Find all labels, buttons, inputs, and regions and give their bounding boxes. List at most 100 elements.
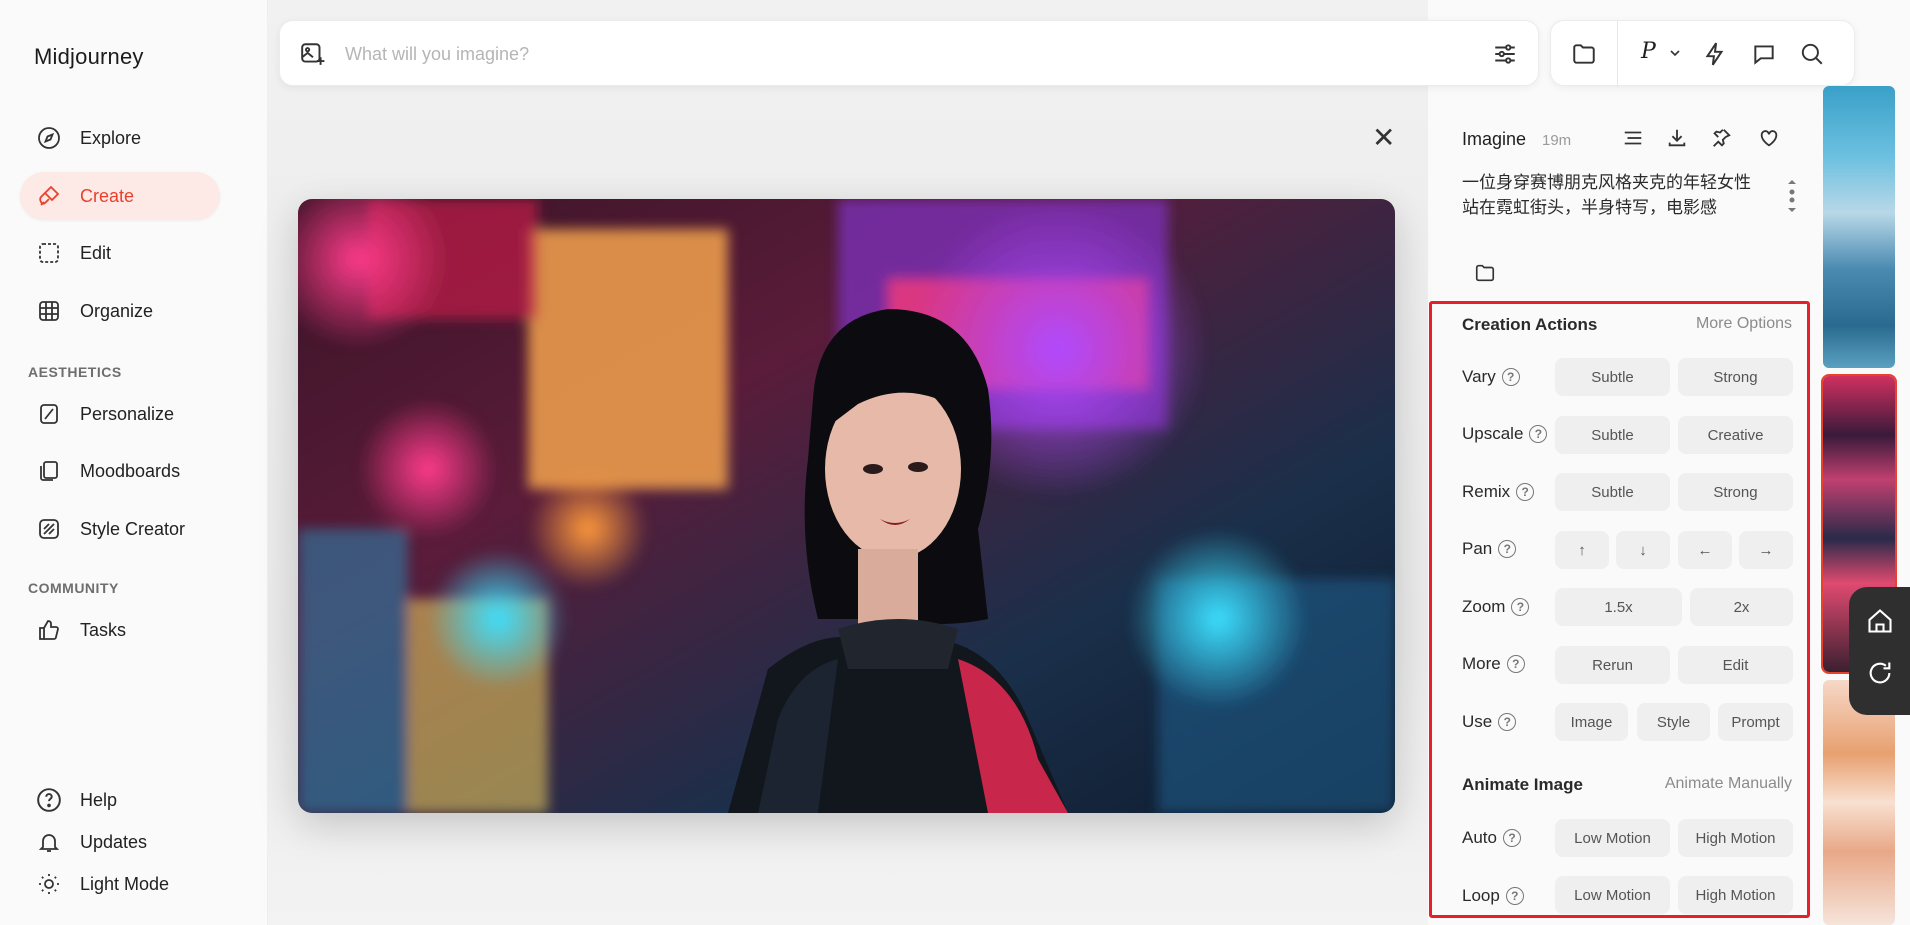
- sidebar-item-personalize[interactable]: Personalize: [20, 390, 220, 438]
- more-row-label: More?: [1462, 654, 1525, 674]
- sidebar-item-moodboards[interactable]: Moodboards: [20, 447, 220, 495]
- pan-left-button[interactable]: ←: [1678, 531, 1732, 569]
- lightning-icon[interactable]: [1702, 41, 1728, 72]
- help-icon: [36, 787, 62, 813]
- pan-right-button[interactable]: →: [1739, 531, 1793, 569]
- refresh-icon[interactable]: [1866, 659, 1894, 692]
- more-options-link[interactable]: More Options: [1696, 315, 1792, 333]
- bell-icon: [36, 829, 62, 855]
- chevron-down-icon[interactable]: [1667, 45, 1683, 66]
- sun-icon: [36, 871, 62, 897]
- sidebar-item-style-creator[interactable]: Style Creator: [20, 505, 220, 553]
- edit-frame-icon: [36, 240, 62, 266]
- profile-button[interactable]: P: [1641, 39, 1656, 64]
- vary-subtle-button[interactable]: Subtle: [1555, 358, 1670, 396]
- home-icon[interactable]: [1866, 607, 1894, 640]
- search-icon[interactable]: [1799, 41, 1825, 72]
- prompt-text[interactable]: 一位身穿赛博朋克风格夹克的年轻女性站在霓虹街头，半身特写，电影感: [1462, 170, 1762, 220]
- remix-strong-button[interactable]: Strong: [1678, 473, 1793, 511]
- loop-low-motion-button[interactable]: Low Motion: [1555, 876, 1670, 914]
- zoom-2x-button[interactable]: 2x: [1690, 588, 1793, 626]
- row-label-text: Use: [1462, 712, 1493, 731]
- sidebar-item-label: Light Mode: [80, 873, 170, 894]
- scroll-indicator[interactable]: [1786, 178, 1796, 219]
- row-label-text: Auto: [1462, 828, 1497, 847]
- floating-nav: [1849, 587, 1910, 715]
- aesthetics-heading: AESTHETICS: [28, 364, 122, 380]
- sidebar-item-tasks[interactable]: Tasks: [20, 606, 220, 654]
- help-circle-icon[interactable]: ?: [1516, 483, 1535, 501]
- prompt-input[interactable]: [345, 39, 1445, 69]
- sidebar-item-label: Help: [80, 789, 118, 810]
- help-circle-icon[interactable]: ?: [1511, 598, 1530, 616]
- use-image-button[interactable]: Image: [1555, 703, 1628, 741]
- heart-icon[interactable]: [1758, 127, 1780, 154]
- help-circle-icon[interactable]: ?: [1501, 368, 1520, 386]
- auto-low-motion-button[interactable]: Low Motion: [1555, 819, 1670, 857]
- animate-manually-link[interactable]: Animate Manually: [1665, 775, 1792, 793]
- history-thumbnail[interactable]: [1823, 86, 1895, 368]
- remix-row-label: Remix?: [1462, 482, 1535, 502]
- vary-row-label: Vary?: [1462, 367, 1520, 387]
- help-circle-icon[interactable]: ?: [1502, 829, 1521, 847]
- sidebar-item-label: Create: [80, 185, 135, 206]
- remix-subtle-button[interactable]: Subtle: [1555, 473, 1670, 511]
- app-logo[interactable]: Midjourney: [34, 44, 144, 70]
- pin-icon[interactable]: [1710, 127, 1732, 154]
- help-circle-icon[interactable]: ?: [1506, 655, 1525, 673]
- close-icon[interactable]: ✕: [1372, 124, 1395, 152]
- sidebar-item-explore[interactable]: Explore: [20, 114, 220, 162]
- animate-image-title: Animate Image: [1462, 775, 1583, 794]
- sidebar-item-label: Style Creator: [80, 518, 186, 539]
- row-label-text: Remix: [1462, 482, 1511, 501]
- imagine-bar: [279, 20, 1539, 86]
- folder-icon[interactable]: [1571, 41, 1597, 72]
- use-row-label: Use?: [1462, 712, 1517, 732]
- personalize-icon: [36, 401, 62, 427]
- history-thumbnail[interactable]: [1823, 8, 1895, 78]
- help-circle-icon[interactable]: ?: [1529, 425, 1548, 443]
- use-prompt-button[interactable]: Prompt: [1718, 703, 1793, 741]
- sidebar-item-edit[interactable]: Edit: [20, 229, 220, 277]
- rerun-button[interactable]: Rerun: [1555, 646, 1670, 684]
- style-creator-icon: [36, 516, 62, 542]
- help-circle-icon[interactable]: ?: [1505, 887, 1524, 905]
- sidebar-item-updates[interactable]: Updates: [20, 818, 220, 866]
- help-circle-icon[interactable]: ?: [1498, 540, 1517, 558]
- pan-down-button[interactable]: ↓: [1616, 531, 1670, 569]
- pan-up-button[interactable]: ↑: [1555, 531, 1609, 569]
- sidebar-item-create[interactable]: Create: [20, 172, 220, 220]
- upscale-subtle-button[interactable]: Subtle: [1555, 416, 1670, 454]
- upscale-creative-button[interactable]: Creative: [1678, 416, 1793, 454]
- zoom-1-5x-button[interactable]: 1.5x: [1555, 588, 1682, 626]
- download-icon[interactable]: [1666, 127, 1688, 154]
- sidebar-item-label: Tasks: [80, 619, 127, 640]
- sidebar-item-help[interactable]: Help: [20, 776, 220, 824]
- auto-high-motion-button[interactable]: High Motion: [1678, 819, 1793, 857]
- grid-icon: [36, 298, 62, 324]
- top-toolbar: P: [1550, 20, 1855, 87]
- list-icon[interactable]: [1622, 127, 1644, 154]
- help-circle-icon[interactable]: ?: [1498, 713, 1517, 731]
- loop-high-motion-button[interactable]: High Motion: [1678, 876, 1793, 914]
- history-thumbnail[interactable]: [1823, 680, 1895, 925]
- vary-strong-button[interactable]: Strong: [1678, 358, 1793, 396]
- edit-button[interactable]: Edit: [1678, 646, 1793, 684]
- use-style-button[interactable]: Style: [1637, 703, 1710, 741]
- generated-image[interactable]: [298, 199, 1395, 813]
- row-label-text: Vary: [1462, 367, 1496, 386]
- history-thumbnail-strip: [1821, 0, 1897, 925]
- sidebar-item-light-mode[interactable]: Light Mode: [20, 860, 220, 908]
- settings-sliders-icon[interactable]: [1492, 41, 1518, 72]
- toolbar-divider: [1617, 21, 1618, 87]
- thumbs-up-icon: [36, 617, 62, 643]
- sidebar-item-label: Personalize: [80, 403, 175, 424]
- upscale-row-label: Upscale?: [1462, 424, 1548, 444]
- sidebar-item-organize[interactable]: Organize: [20, 287, 220, 335]
- compass-icon: [36, 125, 62, 151]
- folder-small-icon[interactable]: [1474, 262, 1496, 289]
- sidebar-item-label: Edit: [80, 242, 112, 263]
- image-add-icon[interactable]: [300, 41, 326, 72]
- chat-icon[interactable]: [1751, 41, 1777, 72]
- row-label-text: Pan: [1462, 539, 1493, 558]
